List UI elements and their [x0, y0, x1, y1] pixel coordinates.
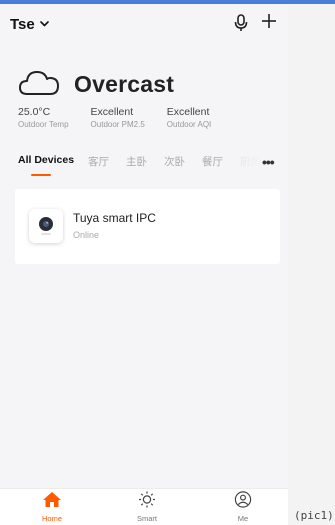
device-card[interactable]: Tuya smart IPC Online — [15, 189, 280, 264]
background-pane — [288, 4, 335, 525]
metric-pm25: Excellent Outdoor PM2.5 — [91, 106, 145, 130]
nav-me[interactable]: Me — [218, 491, 268, 523]
app-screen: Tse Overcast 25.0°C Outdoor Temp Excelle… — [0, 4, 288, 525]
nav-label: Me — [237, 514, 249, 523]
metric-temperature: 25.0°C Outdoor Temp — [18, 106, 69, 130]
room-tabs: All Devices 客厅 主卧 次卧 餐厅 厨房 ••• — [0, 154, 288, 184]
nav-label: Home — [41, 514, 62, 523]
metric-label: Outdoor PM2.5 — [90, 120, 145, 129]
nav-smart[interactable]: Smart — [122, 491, 172, 523]
home-icon — [42, 492, 62, 512]
tabs-fade — [228, 154, 264, 172]
metric-value: Excellent — [166, 106, 210, 118]
device-name: Tuya smart IPC — [73, 211, 156, 225]
nav-label: Smart — [136, 514, 157, 523]
add-icon[interactable] — [260, 12, 278, 35]
tab-room[interactable]: 主卧 — [126, 154, 147, 169]
figure-caption: (pic1) — [294, 509, 334, 522]
weather-summary: Overcast — [18, 68, 174, 101]
tab-room[interactable]: 餐厅 — [202, 154, 223, 169]
metric-value: 25.0°C — [18, 106, 51, 118]
bottom-nav: Home Smart Me — [0, 488, 288, 525]
metric-aqi: Excellent Outdoor AQI — [167, 106, 211, 130]
device-status: Online — [73, 230, 100, 240]
tab-active-indicator — [31, 174, 51, 176]
microphone-icon[interactable] — [234, 14, 248, 37]
weather-condition: Overcast — [74, 71, 175, 97]
tab-room[interactable]: 客厅 — [88, 154, 109, 169]
home-name[interactable]: Tse — [10, 16, 35, 33]
camera-icon — [29, 209, 63, 243]
header: Tse — [10, 12, 278, 36]
metric-label: Outdoor AQI — [166, 120, 212, 129]
tab-all-devices[interactable]: All Devices — [18, 154, 74, 166]
sun-icon — [137, 491, 157, 512]
metric-label: Outdoor Temp — [18, 120, 69, 129]
cloud-icon — [18, 68, 60, 101]
more-tabs-button[interactable]: ••• — [262, 154, 275, 170]
user-icon — [233, 491, 253, 512]
metric-value: Excellent — [90, 106, 134, 118]
tab-room[interactable]: 次卧 — [164, 154, 185, 169]
nav-home[interactable]: Home — [27, 491, 77, 523]
chevron-down-icon[interactable] — [39, 21, 49, 27]
weather-metrics: 25.0°C Outdoor Temp Excellent Outdoor PM… — [18, 106, 233, 130]
